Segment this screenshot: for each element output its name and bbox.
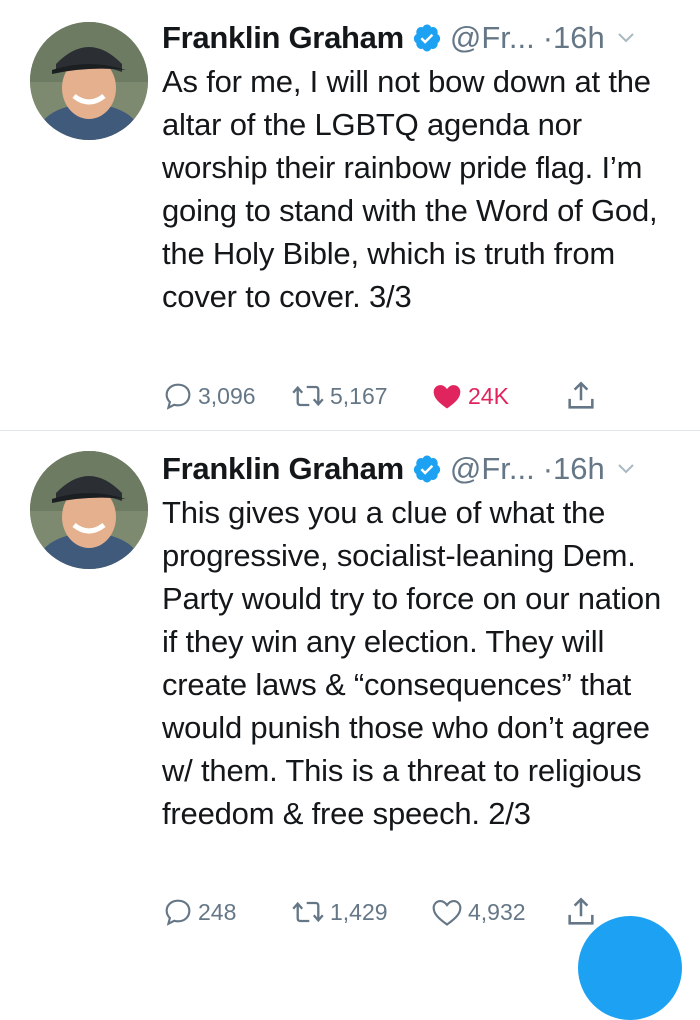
display-name[interactable]: Franklin Graham (162, 20, 404, 56)
chevron-down-icon[interactable] (617, 463, 635, 475)
retweet-count: 5,167 (330, 382, 388, 409)
like-icon (433, 385, 461, 409)
share-icon (568, 897, 594, 925)
share-icon (568, 381, 594, 409)
verified-badge-icon (413, 455, 440, 483)
timestamp[interactable]: ·16h (543, 20, 605, 56)
like-icon (432, 899, 462, 926)
handle[interactable]: @Fr... (450, 20, 535, 56)
reply-icon (165, 383, 191, 410)
tweet-header: Franklin Graham @Fr... ·16h (162, 18, 682, 58)
like-count: 4,932 (468, 898, 526, 925)
retweet-button[interactable]: 1,429 (290, 892, 388, 932)
reply-count: 3,096 (198, 382, 256, 409)
reply-button[interactable]: 3,096 (162, 376, 256, 416)
tweet[interactable]: Franklin Graham @Fr... ·16h This gives y… (0, 431, 700, 944)
display-name[interactable]: Franklin Graham (162, 451, 404, 487)
reply-count: 248 (198, 898, 237, 925)
tweet-text: This gives you a clue of what the progre… (162, 495, 661, 831)
tweet-header: Franklin Graham @Fr... ·16h (162, 449, 682, 489)
timestamp[interactable]: ·16h (543, 451, 605, 487)
avatar[interactable] (30, 22, 148, 140)
retweet-icon (292, 385, 324, 407)
verified-badge-icon (413, 24, 440, 52)
retweet-button[interactable]: 5,167 (290, 376, 388, 416)
compose-button[interactable] (578, 916, 682, 1020)
retweet-count: 1,429 (330, 898, 388, 925)
reply-icon (165, 899, 191, 926)
share-button[interactable] (564, 892, 598, 932)
handle[interactable]: @Fr... (450, 451, 535, 487)
like-button[interactable]: 24K (430, 376, 509, 416)
like-count: 24K (468, 382, 509, 409)
avatar[interactable] (30, 451, 148, 569)
retweet-icon (292, 901, 324, 923)
chevron-down-icon[interactable] (617, 32, 635, 44)
like-button[interactable]: 4,932 (430, 892, 526, 932)
share-button[interactable] (564, 376, 598, 416)
reply-button[interactable]: 248 (162, 892, 236, 932)
tweet-text: As for me, I will not bow down at the al… (162, 64, 658, 314)
tweet[interactable]: Franklin Graham @Fr... ·16h As for me, I… (0, 0, 700, 430)
